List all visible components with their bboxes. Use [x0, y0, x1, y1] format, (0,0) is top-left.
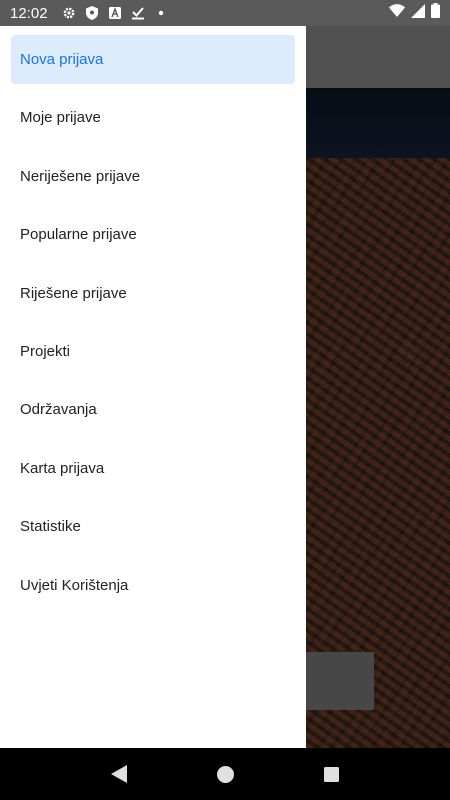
drawer-item-karta-prijava[interactable]: Karta prijava [11, 444, 295, 493]
drawer-item-rijesene-prijave[interactable]: Riješene prijave [11, 269, 295, 318]
drawer-item-label: Popularne prijave [20, 226, 137, 244]
drawer-item-label: Moje prijave [20, 109, 101, 127]
drawer-item-label: Nova prijava [20, 51, 104, 68]
drawer-item-label: Projekti [20, 342, 71, 360]
wifi-icon [389, 4, 405, 22]
home-icon [216, 765, 234, 783]
drawer-item-label: Neriješene prijave [20, 167, 141, 185]
dot-icon [154, 6, 168, 20]
drawer-item-label: Uvjeti Korištenja [20, 576, 129, 594]
drawer-item-popularne-prijave[interactable]: Popularne prijave [11, 210, 295, 259]
recents-icon [323, 766, 339, 782]
background-content [306, 26, 450, 748]
status-time: 12:02 [10, 4, 48, 22]
status-bar: 12:02 [0, 0, 450, 26]
home-button[interactable] [205, 754, 245, 794]
drawer-item-label: Održavanja [20, 401, 97, 419]
drawer-item-odrzavanja[interactable]: Održavanja [11, 385, 295, 434]
drawer-item-label: Riješene prijave [20, 284, 127, 302]
drawer-scrim[interactable] [306, 26, 450, 748]
back-icon [111, 765, 127, 783]
drawer-item-projekti[interactable]: Projekti [11, 327, 295, 376]
shield-icon [85, 6, 99, 20]
battery-icon [431, 3, 440, 23]
drawer-item-statistike[interactable]: Statistike [11, 502, 295, 551]
system-navigation-bar [0, 748, 450, 800]
drawer-item-label: Statistike [20, 518, 81, 536]
download-check-icon [131, 6, 145, 20]
signal-icon [411, 3, 425, 23]
navigation-drawer: Nova prijava Moje prijave Neriješene pri… [0, 26, 306, 748]
drawer-item-label: Karta prijava [20, 459, 105, 477]
drawer-item-nova-prijava[interactable]: Nova prijava [11, 35, 295, 84]
drawer-item-uvjeti-koristenja[interactable]: Uvjeti Korištenja [11, 561, 295, 610]
recents-button[interactable] [311, 754, 351, 794]
drawer-item-nerijesene-prijave[interactable]: Neriješene prijave [11, 152, 295, 201]
drawer-item-moje-prijave[interactable]: Moje prijave [11, 93, 295, 142]
settings-icon [62, 6, 76, 20]
back-button[interactable] [99, 754, 139, 794]
a-box-icon [108, 6, 122, 20]
